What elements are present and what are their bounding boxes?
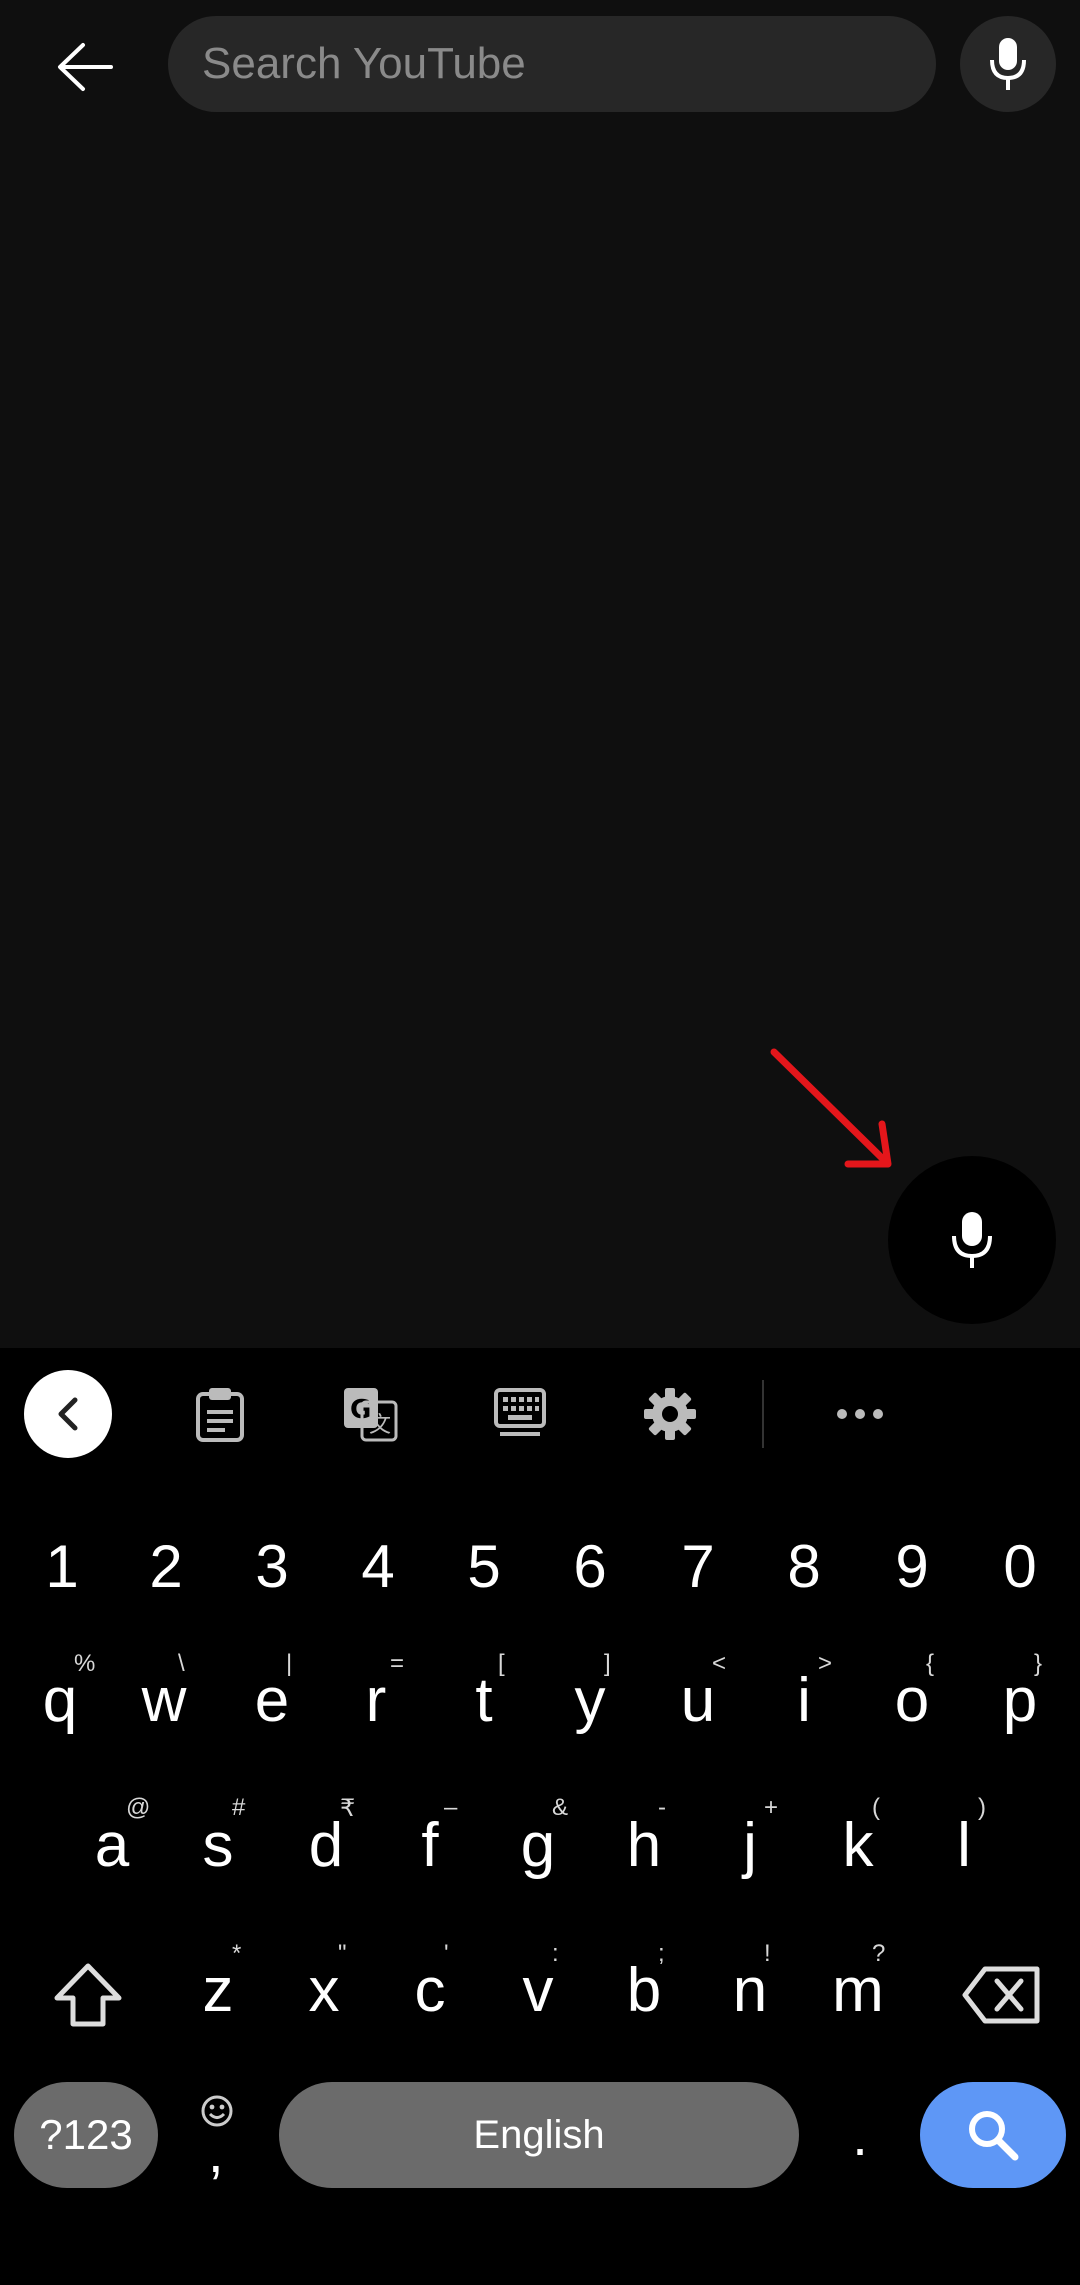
digit-key-6[interactable]: 6	[540, 1516, 640, 1616]
backspace-key[interactable]	[946, 1940, 1056, 2050]
comma-emoji-key[interactable]: ,	[178, 2082, 258, 2188]
digit-key-7[interactable]: 7	[648, 1516, 748, 1616]
clipboard-button[interactable]	[180, 1368, 260, 1460]
backspace-icon	[962, 1966, 1040, 2024]
key-l[interactable]: l	[914, 1790, 1014, 1900]
key-hint-label: (	[872, 1794, 880, 1821]
toolbar-divider	[762, 1380, 764, 1448]
key-hint-label: @	[126, 1794, 151, 1821]
key-hint-label: :	[552, 1940, 559, 1967]
key-r[interactable]: r	[326, 1645, 426, 1755]
digit-key-1[interactable]: 1	[12, 1516, 112, 1616]
key-hint-label: %	[74, 1650, 96, 1677]
digit-key-8[interactable]: 8	[754, 1516, 854, 1616]
keyboard-layout-icon	[494, 1388, 546, 1436]
digit-key-4[interactable]: 4	[328, 1516, 428, 1616]
key-hint-label: )	[978, 1794, 986, 1821]
settings-button[interactable]	[630, 1368, 710, 1460]
key-z[interactable]: z	[168, 1935, 268, 2045]
floating-voice-button[interactable]	[888, 1156, 1056, 1324]
collapse-toolbar-button[interactable]	[24, 1370, 112, 1458]
more-options-icon	[837, 1409, 883, 1419]
digit-key-0[interactable]: 0	[970, 1516, 1070, 1616]
svg-text:文: 文	[369, 1413, 391, 1438]
search-input[interactable]	[202, 16, 902, 112]
key-hint-label: }	[1034, 1650, 1043, 1677]
key-f[interactable]: f	[380, 1790, 480, 1900]
digit-key-9[interactable]: 9	[862, 1516, 962, 1616]
period-key[interactable]: .	[820, 2082, 900, 2188]
key-hint-label: ;	[658, 1940, 665, 1967]
key-h[interactable]: h	[594, 1790, 694, 1900]
microphone-icon	[990, 38, 1026, 90]
key-u[interactable]: u	[648, 1645, 748, 1755]
key-hint-label: &	[552, 1794, 569, 1821]
key-hint-label: >	[818, 1650, 833, 1677]
digit-key-3[interactable]: 3	[222, 1516, 322, 1616]
settings-gear-icon	[644, 1388, 696, 1440]
key-hint-label: [	[498, 1650, 505, 1677]
digit-key-5[interactable]: 5	[434, 1516, 534, 1616]
key-w[interactable]: w	[114, 1645, 214, 1755]
key-hint-label: '	[444, 1940, 449, 1967]
key-hint-label: #	[232, 1794, 246, 1821]
arrow-back-icon	[58, 43, 113, 91]
key-hint-label: ₹	[340, 1795, 356, 1822]
key-hint-label: =	[390, 1650, 405, 1677]
symbols-key[interactable]: ?123	[14, 2082, 158, 2188]
space-bar[interactable]: English	[279, 2082, 799, 2188]
key-hint-label: ]	[604, 1650, 611, 1677]
key-d[interactable]: d	[276, 1790, 376, 1900]
key-v[interactable]: v	[488, 1935, 588, 2045]
key-hint-label: +	[764, 1794, 779, 1821]
more-options-button[interactable]	[820, 1368, 900, 1460]
key-hint-label: -	[658, 1794, 666, 1821]
key-y[interactable]: y	[540, 1645, 640, 1755]
search-box[interactable]	[168, 16, 936, 112]
key-k[interactable]: k	[808, 1790, 908, 1900]
key-hint-label: ?	[872, 1940, 886, 1967]
key-m[interactable]: m	[808, 1935, 908, 2045]
voice-search-button[interactable]	[960, 16, 1056, 112]
digit-key-2[interactable]: 2	[116, 1516, 216, 1616]
keyboard-layout-button[interactable]	[480, 1368, 560, 1460]
key-n[interactable]: n	[700, 1935, 800, 2045]
microphone-icon	[952, 1212, 992, 1268]
key-hint-label: |	[286, 1650, 293, 1677]
key-x[interactable]: x	[274, 1935, 374, 2045]
key-p[interactable]: p	[970, 1645, 1070, 1755]
back-button[interactable]	[40, 22, 130, 112]
search-icon	[969, 2111, 1019, 2161]
red-arrow-annotation	[770, 1048, 892, 1168]
key-hint-label: "	[338, 1940, 347, 1967]
comma-label: ,	[208, 2121, 224, 2184]
key-hint-label: –	[444, 1794, 458, 1821]
key-i[interactable]: i	[754, 1645, 854, 1755]
chevron-left-icon	[58, 1397, 78, 1431]
key-hint-label: !	[764, 1940, 771, 1967]
key-e[interactable]: e	[222, 1645, 322, 1755]
key-s[interactable]: s	[168, 1790, 268, 1900]
shift-key[interactable]	[38, 1940, 138, 2050]
key-hint-label: *	[232, 1940, 242, 1967]
key-t[interactable]: t	[434, 1645, 534, 1755]
translate-icon: G 文	[344, 1388, 398, 1442]
shift-icon	[54, 1963, 122, 2027]
key-b[interactable]: b	[594, 1935, 694, 2045]
key-hint-label: \	[178, 1650, 185, 1677]
key-j[interactable]: j	[700, 1790, 800, 1900]
key-hint-label: <	[712, 1650, 727, 1677]
key-o[interactable]: o	[862, 1645, 962, 1755]
key-g[interactable]: g	[488, 1790, 588, 1900]
key-hint-label: {	[926, 1650, 935, 1677]
search-enter-key[interactable]	[920, 2082, 1066, 2188]
key-c[interactable]: c	[380, 1935, 480, 2045]
clipboard-icon	[196, 1388, 244, 1442]
translate-button[interactable]: G 文	[330, 1368, 410, 1460]
